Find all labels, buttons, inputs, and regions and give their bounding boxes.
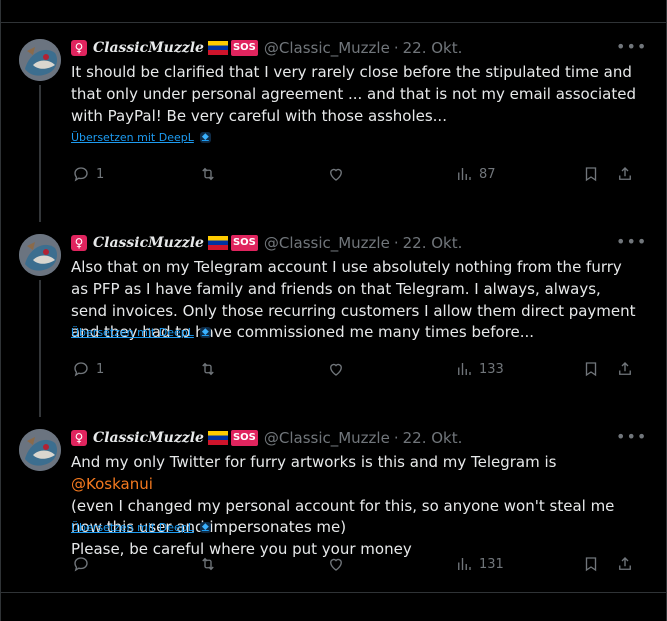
tweet-date[interactable]: 22. Okt. (403, 234, 463, 252)
share-button[interactable] (616, 553, 634, 575)
female-sign-icon: ♀ (71, 40, 87, 56)
bookmark-button[interactable] (582, 553, 600, 575)
reply-icon (74, 557, 88, 572)
separator-dot: · (393, 429, 399, 447)
tweet-actions: 1 87 (0, 163, 667, 187)
user-handle[interactable]: @Classic_Muzzle (264, 429, 390, 447)
user-handle[interactable]: @Classic_Muzzle (264, 39, 390, 57)
tweet-header: ♀ ClassicMuzzle SOS @Classic_Muzzle · 22… (71, 38, 462, 58)
views-count: 131 (479, 556, 504, 572)
reply-count: 1 (96, 166, 105, 182)
translate-link[interactable]: Übersetzen mit DeepL ◆ (71, 131, 211, 144)
tweet-header: ♀ ClassicMuzzle SOS @Classic_Muzzle · 22… (71, 428, 462, 448)
views-count: 87 (479, 166, 496, 182)
avatar[interactable] (19, 429, 61, 471)
venezuela-flag-icon (207, 41, 228, 55)
reply-icon (74, 362, 88, 377)
retweet-button[interactable] (199, 553, 217, 575)
tweet-text: It should be clarified that I very rarel… (71, 63, 636, 125)
tweet-date[interactable]: 22. Okt. (403, 429, 463, 447)
separator-dot: · (393, 39, 399, 57)
tweet-2[interactable]: ♀ ClassicMuzzle SOS @Classic_Muzzle · 22… (0, 218, 667, 417)
views-icon (458, 168, 471, 180)
sos-icon: SOS (230, 235, 258, 251)
sos-icon: SOS (230, 430, 258, 446)
bookmark-icon (585, 557, 597, 572)
translate-link[interactable]: Übersetzen mit DeepL ◆ (71, 326, 211, 339)
sos-icon: SOS (230, 40, 258, 56)
translate-label[interactable]: Übersetzen mit DeepL (71, 326, 194, 339)
views-icon (458, 558, 471, 570)
display-name[interactable]: ClassicMuzzle (93, 430, 204, 446)
retweet-icon (202, 557, 214, 571)
translate-link[interactable]: Übersetzen mit DeepL ◆ (71, 521, 211, 534)
reply-button[interactable]: 1 (72, 163, 104, 185)
reply-button[interactable]: 1 (72, 358, 104, 380)
retweet-button[interactable] (199, 358, 217, 380)
reply-icon (74, 167, 88, 182)
share-button[interactable] (616, 163, 634, 185)
tweet-1[interactable]: ♀ ClassicMuzzle SOS @Classic_Muzzle · 22… (0, 23, 667, 222)
translate-label[interactable]: Übersetzen mit DeepL (71, 131, 194, 144)
share-icon (619, 362, 631, 375)
retweet-icon (202, 167, 214, 181)
heart-icon (330, 363, 342, 376)
display-name[interactable]: ClassicMuzzle (93, 40, 204, 56)
views-button[interactable]: 131 (455, 553, 504, 575)
bookmark-icon (585, 167, 597, 182)
retweet-icon (202, 362, 214, 376)
female-sign-icon: ♀ (71, 235, 87, 251)
views-button[interactable]: 87 (455, 163, 496, 185)
thread-connector (39, 280, 41, 417)
retweet-button[interactable] (199, 163, 217, 185)
avatar[interactable] (19, 39, 61, 81)
female-sign-icon: ♀ (71, 430, 87, 446)
tweet-header: ♀ ClassicMuzzle SOS @Classic_Muzzle · 22… (71, 233, 462, 253)
tweet-text: And my only Twitter for furry artworks i… (71, 452, 641, 561)
reply-button[interactable] (72, 553, 96, 575)
bookmark-button[interactable] (582, 163, 600, 185)
translate-label[interactable]: Übersetzen mit DeepL (71, 521, 194, 534)
views-button[interactable]: 133 (455, 358, 504, 380)
tweet-text-part: And my only Twitter for furry artworks i… (71, 453, 557, 471)
share-icon (619, 557, 631, 570)
more-options-icon[interactable]: ••• (616, 39, 646, 59)
like-button[interactable] (327, 358, 345, 380)
venezuela-flag-icon (207, 431, 228, 445)
mention-link[interactable]: @Koskanui (71, 475, 153, 493)
tweet-actions: 1 133 (0, 358, 667, 382)
avatar[interactable] (19, 234, 61, 276)
share-button[interactable] (616, 358, 634, 380)
like-button[interactable] (327, 553, 345, 575)
heart-icon (330, 558, 342, 571)
more-options-icon[interactable]: ••• (616, 234, 646, 254)
views-count: 133 (479, 361, 504, 377)
heart-icon (330, 168, 342, 181)
tweet-3[interactable]: ♀ ClassicMuzzle SOS @Classic_Muzzle · 22… (0, 413, 667, 608)
bookmark-icon (585, 362, 597, 377)
thread-connector (39, 85, 41, 222)
like-button[interactable] (327, 163, 345, 185)
tweet-date[interactable]: 22. Okt. (403, 39, 463, 57)
separator-dot: · (393, 234, 399, 252)
tweet-actions: 131 (0, 553, 667, 577)
venezuela-flag-icon (207, 236, 228, 250)
deepl-icon: ◆ (199, 327, 211, 338)
views-icon (458, 363, 471, 375)
display-name[interactable]: ClassicMuzzle (93, 235, 204, 251)
user-handle[interactable]: @Classic_Muzzle (264, 234, 390, 252)
bookmark-button[interactable] (582, 358, 600, 380)
deepl-icon: ◆ (199, 522, 211, 533)
share-icon (619, 167, 631, 180)
deepl-icon: ◆ (199, 132, 211, 143)
reply-count: 1 (96, 361, 105, 377)
more-options-icon[interactable]: ••• (616, 429, 646, 449)
